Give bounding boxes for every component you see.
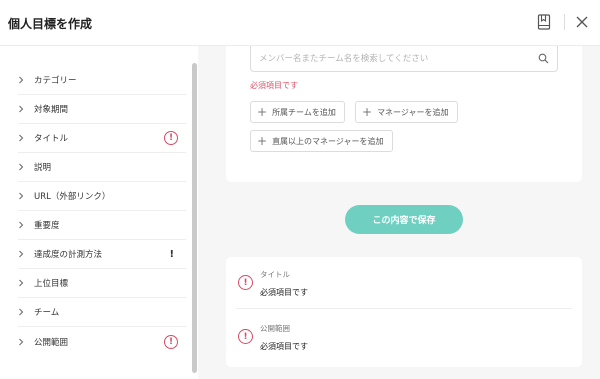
error-message: 必須項目です [260, 342, 308, 351]
chevron-right-icon [18, 182, 32, 211]
member-search-input[interactable] [251, 47, 531, 71]
sidebar-item-description[interactable]: 説明 [18, 153, 186, 182]
sidebar-item-importance[interactable]: 重要度 [18, 211, 186, 240]
error-summary-card: ! タイトル 必須項目です ! 公開範囲 必須項目です [226, 257, 582, 367]
search-icon [538, 53, 549, 64]
error-icon: ! [238, 275, 253, 290]
sidebar-item-label: 対象期間 [34, 105, 69, 115]
chevron-right-icon [18, 240, 32, 269]
chevron-right-icon [18, 327, 32, 356]
chevron-right-icon [18, 153, 32, 182]
bookmark-button[interactable] [533, 11, 555, 33]
sidebar-item-url[interactable]: URL（外部リンク） [18, 182, 186, 211]
add-team-button[interactable]: + 所属チームを追加 [250, 101, 345, 123]
modal-header: 個人目標を作成 [0, 0, 600, 46]
sidebar-item-label: 公開範囲 [34, 337, 69, 348]
sidebar-item-label: URL（外部リンク） [34, 192, 111, 202]
sidebar-item-label: タイトル [34, 134, 69, 144]
header-divider [564, 14, 565, 30]
bookmark-icon [537, 14, 551, 30]
plus-icon: + [257, 134, 268, 148]
chevron-right-icon [18, 211, 32, 240]
sidebar-item-label: カテゴリー [34, 76, 77, 86]
visibility-form-card: 必須項目です + 所属チームを追加 + マネージャーを追加 + 直属以上のマネー… [226, 46, 582, 182]
section-sidebar: カテゴリー 対象期間 タイトル ! 説明 URL（外部リンク） 重要度 達成度の… [0, 46, 198, 379]
sidebar-item-period[interactable]: 対象期間 [18, 95, 186, 124]
page-title: 個人目標を作成 [8, 17, 93, 31]
sidebar-item-title[interactable]: タイトル ! [18, 124, 186, 153]
sidebar-item-team[interactable]: チーム [18, 298, 186, 327]
sidebar-item-visibility[interactable]: 公開範囲 ! [18, 327, 186, 356]
chevron-right-icon [18, 124, 32, 153]
sidebar-item-label: チーム [34, 308, 60, 318]
required-message: 必須項目です [250, 81, 298, 90]
sidebar-item-label: 上位目標 [34, 279, 69, 289]
sidebar-item-category[interactable]: カテゴリー [18, 66, 186, 95]
add-senior-manager-button[interactable]: + 直属以上のマネージャーを追加 [250, 130, 393, 152]
chevron-right-icon [18, 269, 32, 298]
error-summary-item[interactable]: ! 公開範囲 必須項目です [236, 319, 572, 363]
sidebar-item-label: 説明 [34, 163, 52, 173]
error-icon: ! [238, 329, 253, 344]
add-team-label: 所属チームを追加 [272, 107, 336, 117]
close-button[interactable] [571, 11, 593, 33]
sidebar-scrollbar[interactable] [192, 63, 197, 373]
chevron-right-icon [18, 66, 32, 95]
warning-icon: ! [169, 248, 174, 260]
add-manager-button[interactable]: + マネージャーを追加 [355, 101, 458, 123]
error-summary-item[interactable]: ! タイトル 必須項目です [236, 265, 572, 309]
member-search-field[interactable] [250, 46, 558, 72]
error-icon: ! [164, 334, 178, 349]
chevron-right-icon [18, 298, 32, 327]
error-field-name: タイトル [260, 270, 290, 279]
sidebar-item-measurement[interactable]: 達成度の計測方法 ! [18, 240, 186, 269]
sidebar-item-label: 重要度 [34, 221, 60, 231]
sidebar-item-parent-goal[interactable]: 上位目標 [18, 269, 186, 298]
error-icon: ! [164, 131, 178, 145]
chevron-right-icon [18, 95, 32, 124]
add-manager-label: マネージャーを追加 [377, 107, 449, 117]
add-senior-manager-label: 直属以上のマネージャーを追加 [272, 136, 384, 146]
close-icon [576, 16, 588, 28]
main-content: 必須項目です + 所属チームを追加 + マネージャーを追加 + 直属以上のマネー… [198, 46, 600, 379]
plus-icon: + [362, 105, 373, 119]
save-button[interactable]: この内容で保存 [345, 205, 463, 234]
plus-icon: + [257, 105, 268, 119]
sidebar-item-label: 達成度の計測方法 [34, 250, 103, 260]
error-message: 必須項目です [260, 288, 308, 297]
error-field-name: 公開範囲 [260, 324, 290, 333]
